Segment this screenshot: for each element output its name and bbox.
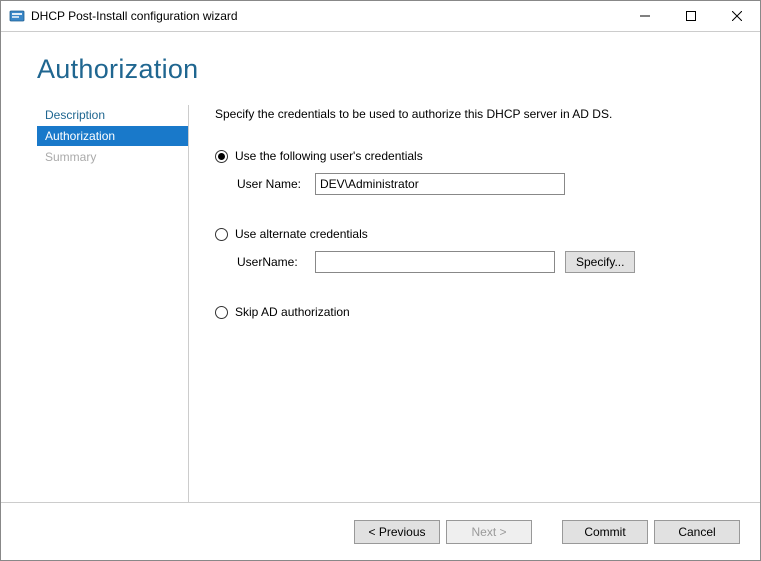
maximize-button[interactable]: [668, 1, 714, 31]
window-controls: [622, 1, 760, 31]
option-alternate-credentials: Use alternate credentials UserName: Spec…: [215, 227, 736, 273]
specify-button[interactable]: Specify...: [565, 251, 635, 273]
wizard-window: DHCP Post-Install configuration wizard A…: [0, 0, 761, 561]
instruction-text: Specify the credentials to be used to au…: [215, 107, 736, 121]
sidebar-item-authorization[interactable]: Authorization: [37, 126, 188, 146]
radio-skip-authorization[interactable]: [215, 306, 228, 319]
radio-label-alternate: Use alternate credentials: [235, 227, 368, 241]
username-label: User Name:: [237, 177, 309, 191]
radio-alternate-credentials[interactable]: [215, 228, 228, 241]
header-area: Authorization: [1, 32, 760, 85]
content-row: Description Authorization Summary Specif…: [1, 105, 760, 502]
page-title: Authorization: [37, 54, 760, 85]
alternate-username-label: UserName:: [237, 255, 309, 269]
main-panel: Specify the credentials to be used to au…: [189, 105, 760, 502]
radio-following-credentials[interactable]: [215, 150, 228, 163]
next-button: Next >: [446, 520, 532, 544]
app-icon: [9, 8, 25, 24]
option-following-credentials: Use the following user's credentials Use…: [215, 149, 736, 195]
minimize-button[interactable]: [622, 1, 668, 31]
body-area: Authorization Description Authorization …: [1, 32, 760, 502]
option-skip-authorization: Skip AD authorization: [215, 305, 736, 319]
previous-button[interactable]: < Previous: [354, 520, 440, 544]
alternate-username-input[interactable]: [315, 251, 555, 273]
commit-button[interactable]: Commit: [562, 520, 648, 544]
username-input[interactable]: [315, 173, 565, 195]
sidebar: Description Authorization Summary: [1, 105, 189, 502]
sidebar-item-description[interactable]: Description: [37, 105, 188, 125]
radio-label-following: Use the following user's credentials: [235, 149, 423, 163]
cancel-button[interactable]: Cancel: [654, 520, 740, 544]
footer: < Previous Next > Commit Cancel: [1, 502, 760, 560]
close-button[interactable]: [714, 1, 760, 31]
window-title: DHCP Post-Install configuration wizard: [31, 9, 622, 23]
radio-label-skip: Skip AD authorization: [235, 305, 350, 319]
titlebar: DHCP Post-Install configuration wizard: [1, 1, 760, 32]
sidebar-item-summary: Summary: [37, 147, 188, 167]
